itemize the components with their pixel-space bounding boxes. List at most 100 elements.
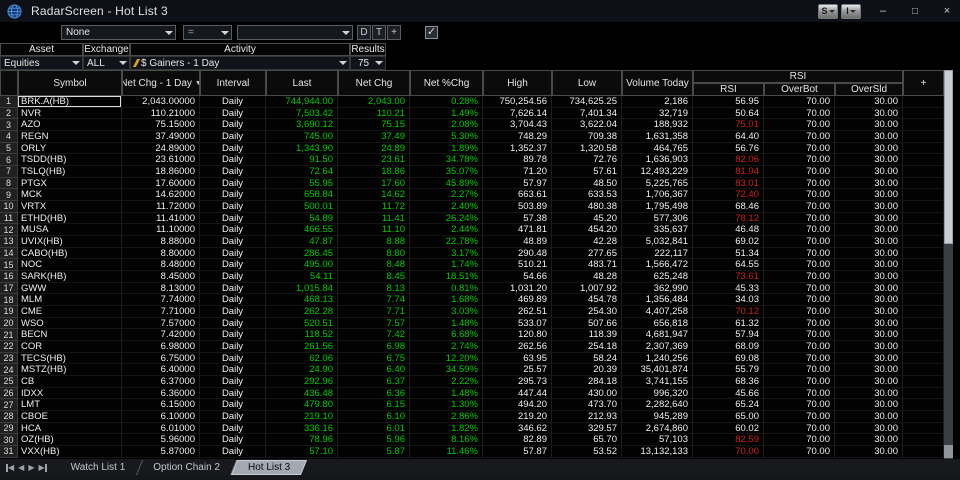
cell-volume[interactable]: 3,741,155	[622, 376, 693, 388]
cell-high[interactable]: 57.97	[483, 177, 552, 190]
cell-low[interactable]: 454.20	[552, 224, 622, 237]
cell-plus[interactable]	[903, 341, 944, 353]
cell-last[interactable]: 745.00	[266, 131, 338, 143]
cell-oversld[interactable]: 30.00	[835, 376, 903, 388]
cell-overbot[interactable]: 70.00	[764, 131, 835, 143]
cell-oversld[interactable]: 30.00	[835, 166, 903, 178]
cell-net-chg[interactable]: 24.89	[338, 142, 410, 155]
cell-symbol[interactable]: BECN	[18, 329, 122, 342]
cell-overbot[interactable]: 70.00	[764, 201, 835, 213]
cell-net-pct-chg[interactable]: 6.68%	[410, 329, 483, 342]
table-row[interactable]: 29 HCA 6.01000 Daily 336.16 6.01 1.82% 346.62 32…	[0, 422, 944, 435]
cell-volume[interactable]: 2,307,369	[622, 341, 693, 353]
cell-interval[interactable]: Daily	[200, 247, 266, 260]
cell-interval[interactable]: Daily	[200, 446, 266, 458]
cell-high[interactable]: 7,626.14	[483, 107, 552, 120]
cell-net-pct-chg[interactable]: 2.22%	[410, 376, 483, 388]
cell-volume[interactable]: 577,306	[622, 212, 693, 225]
cell-interval[interactable]: Daily	[200, 177, 266, 190]
cell-interval[interactable]: Daily	[200, 422, 266, 435]
cell-net-pct-chg[interactable]: 3.17%	[410, 247, 483, 260]
cell-oversld[interactable]: 30.00	[835, 282, 903, 295]
cell-overbot[interactable]: 70.00	[764, 247, 835, 260]
cell-rsi[interactable]: 83.01	[693, 177, 764, 190]
cell-net-chg[interactable]: 6.10	[338, 411, 410, 423]
cell-volume[interactable]: 35,401,874	[622, 364, 693, 377]
cell-oversld[interactable]: 30.00	[835, 177, 903, 190]
cell-net-pct-chg[interactable]: 2.74%	[410, 341, 483, 353]
cell-net-chg-1day[interactable]: 24.89000	[122, 142, 200, 155]
cell-oversld[interactable]: 30.00	[835, 317, 903, 330]
cell-interval[interactable]: Daily	[200, 352, 266, 365]
cell-plus[interactable]	[903, 247, 944, 260]
results-dropdown[interactable]: 75	[350, 56, 386, 70]
cell-volume[interactable]: 945,289	[622, 411, 693, 423]
cell-oversld[interactable]: 30.00	[835, 212, 903, 225]
table-row[interactable]: 23 TECS(HB) 6.75000 Daily 62.06 6.75 12.20% 63.…	[0, 352, 944, 365]
row-number[interactable]: 26	[0, 387, 18, 400]
col-header-overbot[interactable]: OverBot	[764, 83, 835, 96]
cell-plus[interactable]	[903, 446, 944, 458]
activity-dropdown[interactable]: $ Gainers - 1 Day	[130, 56, 350, 70]
row-number[interactable]: 13	[0, 236, 18, 248]
cell-net-pct-chg[interactable]: 12.20%	[410, 352, 483, 365]
table-row[interactable]: 16 SARK(HB) 8.45000 Daily 54.11 8.45 18.51% 54.…	[0, 271, 944, 283]
cell-last[interactable]: 55.95	[266, 177, 338, 190]
cell-net-pct-chg[interactable]: 18.51%	[410, 271, 483, 283]
cell-net-chg[interactable]: 8.13	[338, 282, 410, 295]
cell-net-chg-1day[interactable]: 6.75000	[122, 352, 200, 365]
minimize-button[interactable]: –	[870, 2, 896, 20]
cell-symbol[interactable]: NVR	[18, 107, 122, 120]
cell-plus[interactable]	[903, 306, 944, 318]
cell-oversld[interactable]: 30.00	[835, 224, 903, 237]
cell-symbol[interactable]: MLM	[18, 294, 122, 307]
cell-overbot[interactable]: 70.00	[764, 189, 835, 202]
cell-high[interactable]: 120.80	[483, 329, 552, 342]
cell-net-pct-chg[interactable]: 1.49%	[410, 107, 483, 120]
cell-rsi[interactable]: 69.08	[693, 352, 764, 365]
cell-low[interactable]: 45.20	[552, 212, 622, 225]
cell-net-chg-1day[interactable]: 7.71000	[122, 306, 200, 318]
cell-net-pct-chg[interactable]: 0.28%	[410, 96, 483, 108]
filter-field-dropdown[interactable]: None	[61, 25, 176, 40]
cell-low[interactable]: 633.53	[552, 189, 622, 202]
cell-last[interactable]: 479.80	[266, 399, 338, 412]
cell-volume[interactable]: 1,631,358	[622, 131, 693, 143]
cell-overbot[interactable]: 70.00	[764, 177, 835, 190]
cell-last[interactable]: 436.48	[266, 387, 338, 400]
row-number[interactable]: 18	[0, 294, 18, 307]
cell-rsi[interactable]: 55.79	[693, 364, 764, 377]
cell-overbot[interactable]: 70.00	[764, 212, 835, 225]
cell-net-chg[interactable]: 75.15	[338, 119, 410, 132]
cell-high[interactable]: 346.62	[483, 422, 552, 435]
row-number[interactable]: 16	[0, 271, 18, 283]
col-header-net-pct-chg[interactable]: Net %Chg	[410, 70, 483, 96]
cell-net-chg-1day[interactable]: 6.98000	[122, 341, 200, 353]
cell-plus[interactable]	[903, 399, 944, 412]
col-header-net-chg-1-day[interactable]: Net Chg - 1 Day ▼	[122, 70, 200, 96]
row-number[interactable]: 3	[0, 119, 18, 132]
cell-rsi[interactable]: 45.66	[693, 387, 764, 400]
cell-net-chg[interactable]: 23.61	[338, 154, 410, 167]
cell-high[interactable]: 89.78	[483, 154, 552, 167]
cell-low[interactable]: 72.76	[552, 154, 622, 167]
cell-overbot[interactable]: 70.00	[764, 364, 835, 377]
table-row[interactable]: 7 TSLQ(HB) 18.86000 Daily 72.64 18.86 35.07% 71…	[0, 166, 944, 178]
cell-net-chg[interactable]: 8.48	[338, 259, 410, 272]
cell-rsi[interactable]: 56.95	[693, 96, 764, 108]
col-header-volume-today[interactable]: Volume Today	[622, 70, 693, 96]
cell-oversld[interactable]: 30.00	[835, 434, 903, 447]
table-row[interactable]: 31 VXX(HB) 5.87000 Daily 57.10 5.87 11.46% 57.8…	[0, 446, 944, 458]
cell-interval[interactable]: Daily	[200, 341, 266, 353]
cell-overbot[interactable]: 70.00	[764, 411, 835, 423]
cell-net-pct-chg[interactable]: 22.78%	[410, 236, 483, 248]
row-number[interactable]: 30	[0, 434, 18, 447]
cell-rsi[interactable]: 51.34	[693, 247, 764, 260]
cell-interval[interactable]: Daily	[200, 201, 266, 213]
maximize-button[interactable]: □	[902, 2, 928, 20]
cell-net-pct-chg[interactable]: 1.68%	[410, 294, 483, 307]
cell-net-chg-1day[interactable]: 7.57000	[122, 317, 200, 330]
cell-overbot[interactable]: 70.00	[764, 96, 835, 108]
cell-oversld[interactable]: 30.00	[835, 154, 903, 167]
table-row[interactable]: 25 CB 6.37000 Daily 292.96 6.37 2.22% 295.73 284…	[0, 376, 944, 388]
